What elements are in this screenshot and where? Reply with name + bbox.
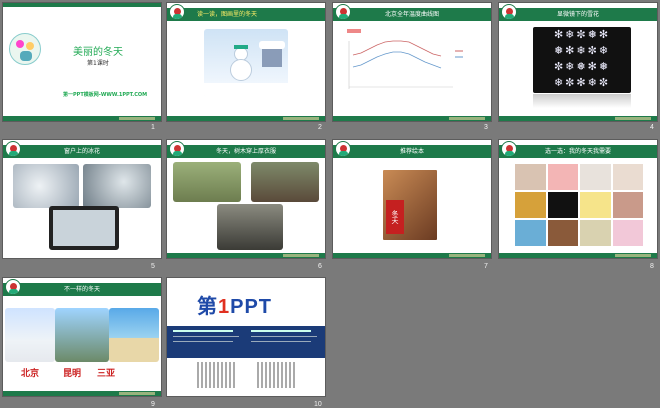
qr-code-list-left xyxy=(197,362,237,388)
top-stripe xyxy=(3,3,161,7)
slide-footer-bar xyxy=(499,116,657,121)
caption-kunming: 昆明 xyxy=(63,369,82,379)
fan-photo xyxy=(547,164,578,190)
slide-title: 冬天，树木穿上厚衣服 xyxy=(215,148,276,155)
logo-icon xyxy=(5,141,21,157)
slide-number: 6 xyxy=(318,263,322,270)
food-photo xyxy=(515,192,546,218)
slide-footer-bar xyxy=(499,253,657,258)
slide-thumbnail-10[interactable]: 第1PPT xyxy=(167,278,325,396)
slide-footer-bar xyxy=(3,116,161,121)
heater-photo xyxy=(515,164,546,190)
kids-illustration xyxy=(9,33,41,65)
logo-icon xyxy=(169,4,185,20)
slippers-photo xyxy=(612,220,643,246)
slide-subtitle: 第1课时 xyxy=(87,60,109,67)
slide-title: 不一样的冬天 xyxy=(63,286,100,293)
tree-photo-1 xyxy=(173,162,241,202)
slide-number: 4 xyxy=(650,124,654,131)
slide-header-bar: 选一选：我的冬天我需要 xyxy=(499,145,657,158)
qr-code-list-right xyxy=(257,362,297,388)
slide-thumbnail-2[interactable]: 读一读，图画里的冬天 xyxy=(167,3,325,121)
brand-logo: 第1PPT xyxy=(197,290,272,319)
tree-photo-3 xyxy=(217,204,283,250)
slide-header-bar: 窗户上的冰花 xyxy=(3,145,161,158)
slide-thumbnail-9[interactable]: 不一样的冬天 北京 昆明 三亚 xyxy=(3,278,161,396)
slide-number: 7 xyxy=(484,263,488,270)
logo-icon xyxy=(169,141,185,157)
slide-number: 9 xyxy=(151,401,155,408)
slide-footer-text: 第一PPT模板网-WWW.1PPT.COM xyxy=(63,92,148,98)
frost-photo-2 xyxy=(83,164,151,208)
slide-footer-bar xyxy=(333,253,491,258)
slide-header-bar: 冬天，树木穿上厚衣服 xyxy=(167,145,325,158)
slide-thumbnail-1[interactable]: 美丽的冬天 第1课时 第一PPT模板网-WWW.1PPT.COM xyxy=(3,3,161,121)
logo-icon xyxy=(501,4,517,20)
cake-photo xyxy=(580,192,611,218)
picture-book-cover: 冬天 xyxy=(383,170,437,240)
logo-icon xyxy=(501,141,517,157)
shoes-photo xyxy=(612,192,643,218)
slide-title: 选一选：我的冬天我需要 xyxy=(544,148,611,155)
slide-thumbnail-4[interactable]: 显微镜下的雪花 ✻❄✼❅✻ ❅✻❄✼❄ ✼❄❅✻❅ ❄✼✻❄✼ xyxy=(499,3,657,121)
items-grid xyxy=(515,164,643,246)
kunming-photo xyxy=(55,308,109,362)
slide-number: 3 xyxy=(484,124,488,131)
socks-photo xyxy=(515,220,546,246)
snowflakes-image: ✻❄✼❅✻ ❅✻❄✼❄ ✼❄❅✻❅ ❄✼✻❄✼ xyxy=(533,27,631,93)
slide-footer-bar xyxy=(167,253,325,258)
book-title: 冬天 xyxy=(386,200,404,234)
brand-suffix: PPT xyxy=(230,296,273,318)
slide-header-bar: 推荐绘本 xyxy=(333,145,491,158)
slide-thumbnail-6[interactable]: 冬天，树木穿上厚衣服 xyxy=(167,140,325,258)
slide-header-bar: 显微镜下的雪花 xyxy=(499,8,657,21)
brand-band xyxy=(167,326,325,358)
slide-header-bar: 北京全年温度曲线图 xyxy=(333,8,491,21)
slide-thumbnail-3[interactable]: 北京全年温度曲线图 xyxy=(333,3,491,121)
frost-photo-1 xyxy=(13,164,79,208)
temperature-chart xyxy=(343,27,483,103)
slide-title: 读一读，图画里的冬天 xyxy=(197,11,258,18)
snowman-illustration xyxy=(204,29,288,97)
slide-thumbnail-8[interactable]: 选一选：我的冬天我需要 xyxy=(499,140,657,258)
slide-thumbnail-7[interactable]: 推荐绘本 冬天 xyxy=(333,140,491,258)
caption-beijing: 北京 xyxy=(21,369,40,379)
slide-footer-bar xyxy=(167,116,325,121)
slide-number: 10 xyxy=(314,401,322,408)
sanya-photo xyxy=(109,308,159,362)
logo-icon xyxy=(335,141,351,157)
slide-title: 显微镜下的雪花 xyxy=(556,11,599,18)
bowl-photo xyxy=(580,220,611,246)
slide-thumbnail-5[interactable]: 窗户上的冰花 xyxy=(3,140,161,258)
boots-photo xyxy=(612,164,643,190)
bag-photo xyxy=(580,164,611,190)
slide-footer-bar xyxy=(333,116,491,121)
frost-photo-3 xyxy=(49,206,119,250)
slide-title: 美丽的冬天 xyxy=(73,47,123,58)
logo-icon xyxy=(5,279,21,295)
slide-number: 5 xyxy=(151,263,155,270)
slide-title: 北京全年温度曲线图 xyxy=(384,11,439,18)
logo-icon xyxy=(335,4,351,20)
slide-number: 8 xyxy=(650,263,654,270)
slide-title: 推荐绘本 xyxy=(399,148,424,155)
slide-number: 2 xyxy=(318,124,322,131)
slide-header-bar: 读一读，图画里的冬天 xyxy=(167,8,325,21)
beijing-photo xyxy=(5,308,55,362)
slide-title: 窗户上的冰花 xyxy=(63,148,100,155)
snowflakes-reflection xyxy=(533,94,631,108)
slide-footer-bar xyxy=(3,391,161,396)
shirt-photo xyxy=(547,192,578,218)
brand-prefix: 第 xyxy=(197,296,218,318)
caption-sanya: 三亚 xyxy=(97,369,116,379)
hotpot-photo xyxy=(547,220,578,246)
tree-photo-2 xyxy=(251,162,319,202)
brand-number: 1 xyxy=(218,296,231,318)
slide-header-bar: 不一样的冬天 xyxy=(3,283,161,296)
slide-number: 1 xyxy=(151,124,155,131)
